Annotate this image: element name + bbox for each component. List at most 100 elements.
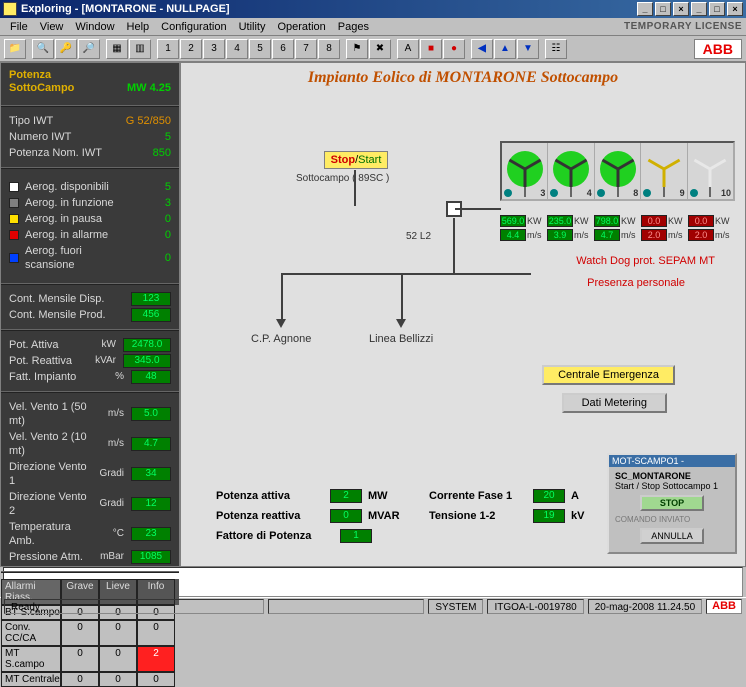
tool-flag-icon[interactable]: ⚑ <box>346 39 368 59</box>
tool-grid1-icon[interactable]: ▦ <box>106 39 128 59</box>
inner-close-button[interactable]: × <box>727 2 743 16</box>
page-title: Impianto Eolico di MONTARONE Sottocampo <box>181 63 745 89</box>
tool-find-icon[interactable]: 🔍 <box>32 39 54 59</box>
tool-down-icon[interactable]: ▼ <box>517 39 539 59</box>
turbine-value: 0.0 <box>641 215 667 227</box>
turbine-value: 2.0 <box>688 229 714 241</box>
presenza-text: Presenza personale <box>587 277 685 289</box>
sidebar-mw-value: MW 4.25 <box>127 82 171 94</box>
tool-key-icon[interactable]: 🔑 <box>55 39 77 59</box>
menu-view[interactable]: View <box>34 19 70 35</box>
sidebar-title-2: SottoCampo <box>9 82 74 94</box>
menu-help[interactable]: Help <box>121 19 156 35</box>
tool-circle-red-icon[interactable]: ● <box>443 39 465 59</box>
dati-metering-button[interactable]: Dati Metering <box>562 393 667 413</box>
menu-pages[interactable]: Pages <box>332 19 375 35</box>
potenza-attiva-value: 2 <box>330 489 362 503</box>
status-color-swatch <box>9 230 19 240</box>
menu-utility[interactable]: Utility <box>233 19 272 35</box>
status-color-swatch <box>9 198 19 208</box>
status-color-swatch <box>9 214 19 224</box>
tool-up-icon[interactable]: ▲ <box>494 39 516 59</box>
popup-stop-button[interactable]: STOP <box>640 495 704 511</box>
tool-n6[interactable]: 6 <box>272 39 294 59</box>
num-iwt-label: Numero IWT <box>9 130 131 144</box>
popup-sub: SC_MONTARONE <box>615 471 729 481</box>
tool-n5[interactable]: 5 <box>249 39 271 59</box>
alarm-rows: BT S.campo000Conv. CC/CA000MT S.campo002… <box>1 605 179 687</box>
status-value: 0 <box>131 228 171 242</box>
tool-square-red-icon[interactable]: ■ <box>420 39 442 59</box>
sidebar-title-1: Potenza <box>9 69 51 81</box>
status-label: Aerog. in funzione <box>25 196 131 210</box>
tool-a-icon[interactable]: A <box>397 39 419 59</box>
turbine-value: 235.0 <box>547 215 573 227</box>
turbine-value: 798.0 <box>594 215 620 227</box>
breaker-label: 52 L2 <box>406 231 431 242</box>
cont-prod-label: Cont. Mensile Prod. <box>9 308 127 322</box>
tool-grid2-icon[interactable]: ▥ <box>129 39 151 59</box>
command-popup: MOT-SCAMPO1 - SC_MONTARONE Start / Stop … <box>607 453 737 554</box>
status-list: Aerog. disponibili5Aerog. in funzione3Ae… <box>1 175 179 277</box>
tensione-value: 19 <box>533 509 565 523</box>
pot-reattiva-value: 345.0 <box>123 354 171 368</box>
dv1-value: 34 <box>131 467 171 481</box>
tool-zoom-icon[interactable]: 🔎 <box>78 39 100 59</box>
app-icon <box>3 2 17 16</box>
pot-attiva-value: 2478.0 <box>123 338 171 352</box>
alarm-row[interactable]: MT Centrale000 <box>1 672 179 687</box>
measurements: Potenza attiva 2 MW Corrente Fase 1 20 A… <box>216 486 607 546</box>
turbine-10[interactable]: 10 <box>688 143 733 199</box>
tool-n4[interactable]: 4 <box>226 39 248 59</box>
close-button[interactable]: × <box>673 2 689 16</box>
tool-n2[interactable]: 2 <box>180 39 202 59</box>
status-bar: Ready SYSTEM ITGOA-L-0019780 20-mag-2008… <box>0 597 746 615</box>
tool-n7[interactable]: 7 <box>295 39 317 59</box>
tool-folder-icon[interactable]: 📁 <box>4 39 26 59</box>
stop-start-button[interactable]: Stop/Start <box>324 151 388 169</box>
window-title: Exploring - [MONTARONE - NULLPAGE] <box>21 3 230 15</box>
popup-title: MOT-SCAMPO1 - <box>609 455 735 467</box>
status-value: 0 <box>131 251 171 265</box>
turbine-4[interactable]: 4 <box>548 143 594 199</box>
window-titlebar: Exploring - [MONTARONE - NULLPAGE] _ □ ×… <box>0 0 746 18</box>
sottocampo-label: Sottocampo ( 89SC ) <box>296 173 389 184</box>
status-host: ITGOA-L-0019780 <box>487 599 583 614</box>
menu-file[interactable]: File <box>4 19 34 35</box>
tool-x-icon[interactable]: ✖ <box>369 39 391 59</box>
tool-prev-icon[interactable]: ◀ <box>471 39 493 59</box>
license-badge: TEMPORARY LICENSE <box>624 21 742 32</box>
tool-n8[interactable]: 8 <box>318 39 340 59</box>
dv2-value: 12 <box>131 497 171 511</box>
turbine-panel: 348910 <box>500 141 735 201</box>
turbine-value: 2.0 <box>641 229 667 241</box>
turbine-value: 3.9 <box>547 229 573 241</box>
menu-operation[interactable]: Operation <box>271 19 331 35</box>
turbine-3[interactable]: 3 <box>502 143 548 199</box>
alarm-row[interactable]: Conv. CC/CA000 <box>1 620 179 646</box>
status-label: Aerog. disponibili <box>25 180 131 194</box>
maximize-button[interactable]: □ <box>655 2 671 16</box>
status-label: Aerog. in pausa <box>25 212 131 226</box>
centrale-emergenza-button[interactable]: Centrale Emergenza <box>542 365 675 385</box>
abb-logo: ABB <box>694 39 742 59</box>
status-system: SYSTEM <box>428 599 483 614</box>
tool-n3[interactable]: 3 <box>203 39 225 59</box>
turbine-8[interactable]: 8 <box>595 143 641 199</box>
inner-minimize-button[interactable]: _ <box>691 2 707 16</box>
alarm-row[interactable]: MT S.campo002 <box>1 646 179 672</box>
status-value: 5 <box>131 180 171 194</box>
status-color-swatch <box>9 182 19 192</box>
tool-chart-icon[interactable]: ☷ <box>545 39 567 59</box>
patm-label: Pressione Atm. <box>9 550 93 564</box>
tool-n1[interactable]: 1 <box>157 39 179 59</box>
minimize-button[interactable]: _ <box>637 2 653 16</box>
potnom-value: 850 <box>131 146 171 160</box>
turbine-9[interactable]: 9 <box>641 143 687 199</box>
menu-window[interactable]: Window <box>69 19 120 35</box>
popup-annulla-button[interactable]: ANNULLA <box>640 528 704 544</box>
dv2-label: Direzione Vento 2 <box>9 490 93 518</box>
dest-bellizzi: Linea Bellizzi <box>369 333 433 345</box>
menu-configuration[interactable]: Configuration <box>155 19 232 35</box>
inner-maximize-button[interactable]: □ <box>709 2 725 16</box>
